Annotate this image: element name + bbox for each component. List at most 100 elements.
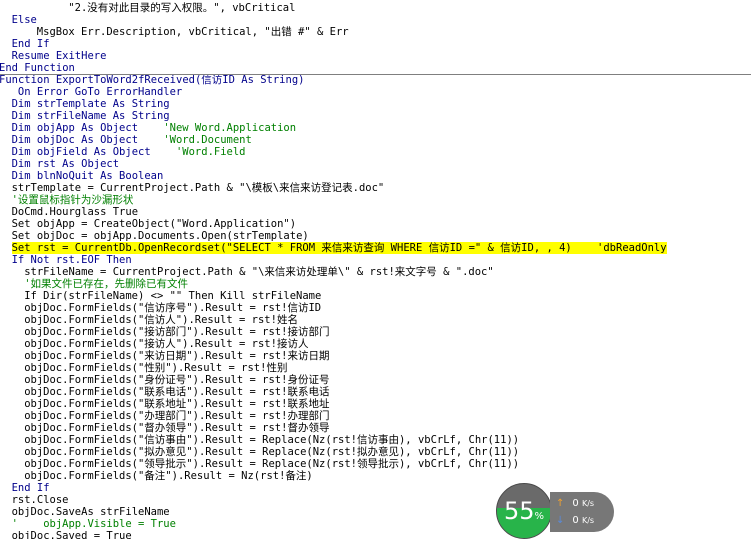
code-text: objDoc.FormFields("备注").Result = Nz(rst!… xyxy=(24,470,313,482)
download-speed-value: 0 xyxy=(572,515,579,526)
code-text: objDoc.FormFields("领导批示").Result = Repla… xyxy=(24,458,520,470)
code-text: objDoc.FormFields("联系地址").Result = rst!联… xyxy=(24,398,330,410)
code-text: objDoc.FormFields("信访序号").Result = rst!信… xyxy=(24,302,322,314)
code-line[interactable]: objDoc.FormFields("督办领导").Result = rst!督… xyxy=(24,422,329,434)
code-keyword: Dim objApp As Object xyxy=(11,122,164,134)
code-line[interactable]: Dim strTemplate As String xyxy=(12,98,170,110)
code-line[interactable]: objDoc.SaveAs strFileName xyxy=(12,506,170,518)
code-text: objDoc.FormFields("身份证号").Result = rst!身… xyxy=(24,374,330,386)
download-speed: ↓ 0 K/s xyxy=(556,513,594,529)
code-text: If Dir(strFileName) <> "" Then Kill strF… xyxy=(24,290,322,302)
code-text: objDoc.FormFields("信访人").Result = rst!姓名 xyxy=(24,314,298,326)
code-text: Set rst = CurrentDb.OpenRecordset("SELEC… xyxy=(11,242,667,254)
code-keyword: Dim strTemplate As String xyxy=(11,98,170,110)
code-line[interactable]: Else xyxy=(12,14,37,26)
code-keyword: On Error GoTo ErrorHandler xyxy=(17,86,183,98)
code-text: MsgBox Err.Description, vbCritical, "出错 … xyxy=(36,26,349,38)
code-line[interactable]: Resume ExitHere xyxy=(12,50,107,62)
code-line[interactable]: Set rst = CurrentDb.OpenRecordset("SELEC… xyxy=(11,242,667,254)
upload-speed-value: 0 xyxy=(572,498,579,509)
code-text: Set objDoc = objApp.Documents.Open(strTe… xyxy=(11,230,309,242)
code-line[interactable]: Dim strFileName As String xyxy=(12,110,170,122)
usage-percent: 55% xyxy=(497,498,551,530)
upload-speed: ↑ 0 K/s xyxy=(556,496,594,512)
code-line[interactable]: rst.Close xyxy=(12,494,69,506)
code-line[interactable]: objDoc.FormFields("身份证号").Result = rst!身… xyxy=(24,374,329,386)
code-line[interactable]: objDoc.FormFields("接访部门").Result = rst!接… xyxy=(24,326,329,338)
code-line[interactable]: objDoc.FormFields("联系地址").Result = rst!联… xyxy=(24,398,329,410)
code-line[interactable]: strFileName = CurrentProject.Path & "\来信… xyxy=(24,266,494,278)
code-line[interactable]: If Not rst.EOF Then xyxy=(12,254,132,266)
code-keyword: Else xyxy=(11,14,37,26)
code-line[interactable]: Dim blnNoQuit As Boolean xyxy=(12,170,164,182)
code-text: Set objApp = CreateObject("Word.Applicat… xyxy=(11,218,297,230)
code-line[interactable]: Function ExportToWord2fReceived(信访ID As … xyxy=(0,74,304,86)
code-text: objDoc.FormFields("性别").Result = rst!性别 xyxy=(24,362,288,374)
code-keyword: Resume ExitHere xyxy=(11,50,107,62)
code-line[interactable]: objDoc.FormFields("来访日期").Result = rst!来… xyxy=(24,350,329,362)
code-line[interactable]: objDoc.FormFields("联系电话").Result = rst!联… xyxy=(24,386,329,398)
code-line[interactable]: MsgBox Err.Description, vbCritical, "出错 … xyxy=(37,26,349,38)
code-comment: '设置鼠标指针为沙漏形状 xyxy=(11,194,134,206)
code-text: strFileName = CurrentProject.Path & "\来信… xyxy=(24,266,494,278)
code-line[interactable]: Dim objDoc As Object 'Word.Document xyxy=(12,134,252,146)
code-line[interactable]: Dim rst As Object xyxy=(12,158,119,170)
code-keyword: End If xyxy=(11,482,50,494)
procedure-separator xyxy=(0,74,751,75)
code-line[interactable]: Set objApp = CreateObject("Word.Applicat… xyxy=(12,218,296,230)
code-text: objDoc.Saved = True xyxy=(11,530,132,539)
code-line[interactable]: '设置鼠标指针为沙漏形状 xyxy=(12,194,134,206)
code-keyword: Dim rst As Object xyxy=(11,158,120,170)
code-line[interactable]: objDoc.FormFields("信访事由").Result = Repla… xyxy=(24,434,519,446)
code-text: objDoc.FormFields("办理部门").Result = rst!办… xyxy=(24,410,330,422)
code-line[interactable]: objDoc.Saved = True xyxy=(12,530,132,539)
code-line[interactable]: objDoc.FormFields("办理部门").Result = rst!办… xyxy=(24,410,329,422)
arrow-up-icon: ↑ xyxy=(556,498,565,509)
code-line[interactable]: objDoc.FormFields("信访人").Result = rst!姓名 xyxy=(24,314,298,326)
code-text: objDoc.SaveAs strFileName xyxy=(11,506,170,518)
code-text: DoCmd.Hourglass True xyxy=(11,206,139,218)
code-line[interactable]: Set objDoc = objApp.Documents.Open(strTe… xyxy=(12,230,309,242)
code-text: objDoc.FormFields("联系电话").Result = rst!联… xyxy=(24,386,330,398)
code-line[interactable]: objDoc.FormFields("领导批示").Result = Repla… xyxy=(24,458,519,470)
code-line[interactable]: "2.没有对此目录的写入权限。", vbCritical xyxy=(68,2,295,14)
code-keyword: Dim blnNoQuit As Boolean xyxy=(11,170,164,182)
code-text: objDoc.FormFields("接访部门").Result = rst!接… xyxy=(24,326,330,338)
code-keyword: End Function xyxy=(0,62,75,74)
code-keyword: Dim objField As Object xyxy=(11,146,176,158)
code-keyword: Dim objDoc As Object xyxy=(11,134,164,146)
code-comment: 'New Word.Application xyxy=(163,122,297,134)
code-editor[interactable]: "2.没有对此目录的写入权限。", vbCritical Else MsgBox E… xyxy=(0,0,751,539)
code-text: "2.没有对此目录的写入权限。", vbCritical xyxy=(68,2,296,14)
code-line[interactable]: On Error GoTo ErrorHandler xyxy=(18,86,182,98)
usage-percent-value: 55 xyxy=(503,497,535,525)
network-speed-widget[interactable]: 55% ↑ 0 K/s ↓ 0 K/s xyxy=(496,483,614,539)
code-line[interactable]: objDoc.FormFields("拟办意见").Result = Repla… xyxy=(24,446,519,458)
code-line[interactable]: objDoc.FormFields("备注").Result = Nz(rst!… xyxy=(24,470,313,482)
code-line[interactable]: '如果文件已存在，先删除已有文件 xyxy=(24,278,188,290)
code-text: objDoc.FormFields("来访日期").Result = rst!来… xyxy=(24,350,330,362)
code-line[interactable]: Dim objApp As Object 'New Word.Applicati… xyxy=(12,122,296,134)
code-line[interactable]: strTemplate = CurrentProject.Path & "\模板… xyxy=(12,182,385,194)
code-line[interactable]: objDoc.FormFields("信访序号").Result = rst!信… xyxy=(24,302,321,314)
speed-panel: ↑ 0 K/s ↓ 0 K/s xyxy=(550,492,614,532)
download-speed-unit: K/s xyxy=(581,516,595,525)
code-line[interactable]: If Dir(strFileName) <> "" Then Kill strF… xyxy=(24,290,321,302)
code-line[interactable]: ' objApp.Visible = True xyxy=(12,518,176,530)
code-line[interactable]: End If xyxy=(12,38,50,50)
code-text: objDoc.FormFields("督办领导").Result = rst!督… xyxy=(24,422,330,434)
code-keyword: End If xyxy=(11,38,50,50)
code-line[interactable]: objDoc.FormFields("性别").Result = rst!性别 xyxy=(24,362,287,374)
code-line[interactable]: End Function xyxy=(0,62,75,74)
code-comment: 'Word.Document xyxy=(163,134,252,146)
code-comment: ' objApp.Visible = True xyxy=(11,518,176,530)
code-text: objDoc.FormFields("接访人").Result = rst!接访… xyxy=(24,338,309,350)
arrow-down-icon: ↓ xyxy=(556,515,565,526)
code-line[interactable]: objDoc.FormFields("接访人").Result = rst!接访… xyxy=(24,338,308,350)
upload-speed-unit: K/s xyxy=(581,499,595,508)
code-comment: '如果文件已存在，先删除已有文件 xyxy=(24,278,189,290)
code-line[interactable]: Dim objField As Object 'Word.Field xyxy=(12,146,246,158)
code-line[interactable]: DoCmd.Hourglass True xyxy=(12,206,138,218)
code-text: strTemplate = CurrentProject.Path & "\模板… xyxy=(11,182,385,194)
code-line[interactable]: End If xyxy=(12,482,50,494)
